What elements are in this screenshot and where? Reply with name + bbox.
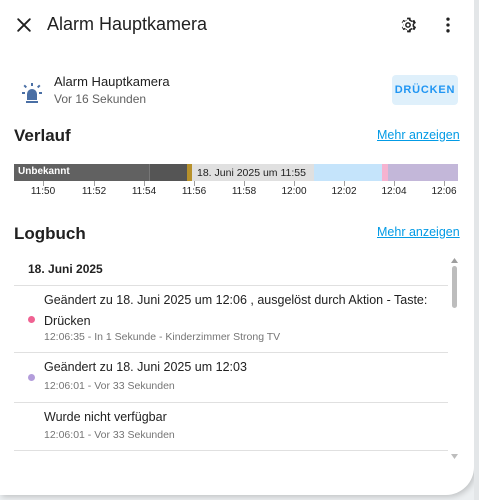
axis-tick-label: 12:02 — [331, 186, 357, 197]
log-entry-text: Geändert zu 18. Juni 2025 um 12:03 — [44, 360, 247, 374]
log-entry-text: Wurde nicht verfügbar — [44, 410, 167, 424]
timeline-segment-state[interactable] — [388, 164, 458, 181]
scroll-down-arrow-icon[interactable] — [451, 454, 458, 459]
divider — [14, 285, 448, 286]
logbook-date-header: 18. Juni 2025 — [28, 262, 103, 276]
timeline-tooltip: 18. Juni 2025 um 11:55 — [193, 164, 307, 181]
timeline-segment-unknown-2[interactable] — [149, 164, 188, 181]
divider — [14, 352, 448, 353]
log-entry-meta: 12:06:01 - Vor 33 Sekunden — [44, 429, 175, 441]
logbook-title: Logbuch — [14, 224, 86, 243]
close-button[interactable] — [6, 7, 42, 43]
log-entry-text: Geändert zu 18. Juni 2025 um 12:06 , aus… — [44, 293, 428, 328]
entity-name: Alarm Hauptkamera — [54, 74, 170, 89]
log-entry-meta: 12:06:01 - Vor 33 Sekunden — [44, 380, 175, 392]
axis-tick-label: 12:00 — [281, 186, 307, 197]
axis-tick-label: 11:56 — [181, 186, 207, 197]
more-info-dialog: Alarm Hauptkamera Alarm Hauptkamera Vor … — [0, 0, 474, 495]
close-icon — [17, 18, 31, 32]
scrollbar-thumb[interactable] — [452, 266, 457, 308]
scroll-up-arrow-icon[interactable] — [451, 258, 458, 263]
divider — [14, 402, 448, 403]
timeline-segment-marker[interactable] — [187, 164, 192, 181]
more-vert-icon — [446, 17, 450, 33]
alarm-light-icon — [22, 83, 42, 103]
history-more-link[interactable]: Mehr anzeigen — [377, 128, 460, 142]
status-dot — [28, 316, 35, 323]
timeline-segment-label: Unbekannt — [18, 166, 70, 177]
logbook-more-link[interactable]: Mehr anzeigen — [377, 225, 460, 239]
history-title: Verlauf — [14, 126, 71, 145]
press-button[interactable]: DRÜCKEN — [392, 75, 458, 105]
settings-button[interactable] — [390, 7, 426, 43]
more-options-button[interactable] — [430, 7, 466, 43]
status-dot — [28, 374, 35, 381]
axis-tick-label: 11:52 — [81, 186, 107, 197]
axis-tick-label: 11:54 — [131, 186, 157, 197]
dialog-title: Alarm Hauptkamera — [47, 14, 208, 34]
gear-icon — [401, 17, 417, 33]
background-edge — [474, 0, 479, 500]
timeline-segment-unknown[interactable]: Unbekannt — [14, 164, 149, 181]
entity-state: Vor 16 Sekunden — [54, 92, 147, 106]
log-entry-meta: 12:06:35 - In 1 Sekunde - Kinderzimmer S… — [44, 331, 281, 343]
axis-tick-label: 11:50 — [30, 186, 56, 197]
axis-tick-label: 12:06 — [431, 186, 457, 197]
timeline-segment-state[interactable] — [314, 164, 382, 181]
divider — [14, 450, 448, 451]
axis-tick-label: 11:58 — [231, 186, 257, 197]
dialog-header: Alarm Hauptkamera — [0, 0, 474, 50]
axis-tick-label: 12:04 — [381, 186, 407, 197]
